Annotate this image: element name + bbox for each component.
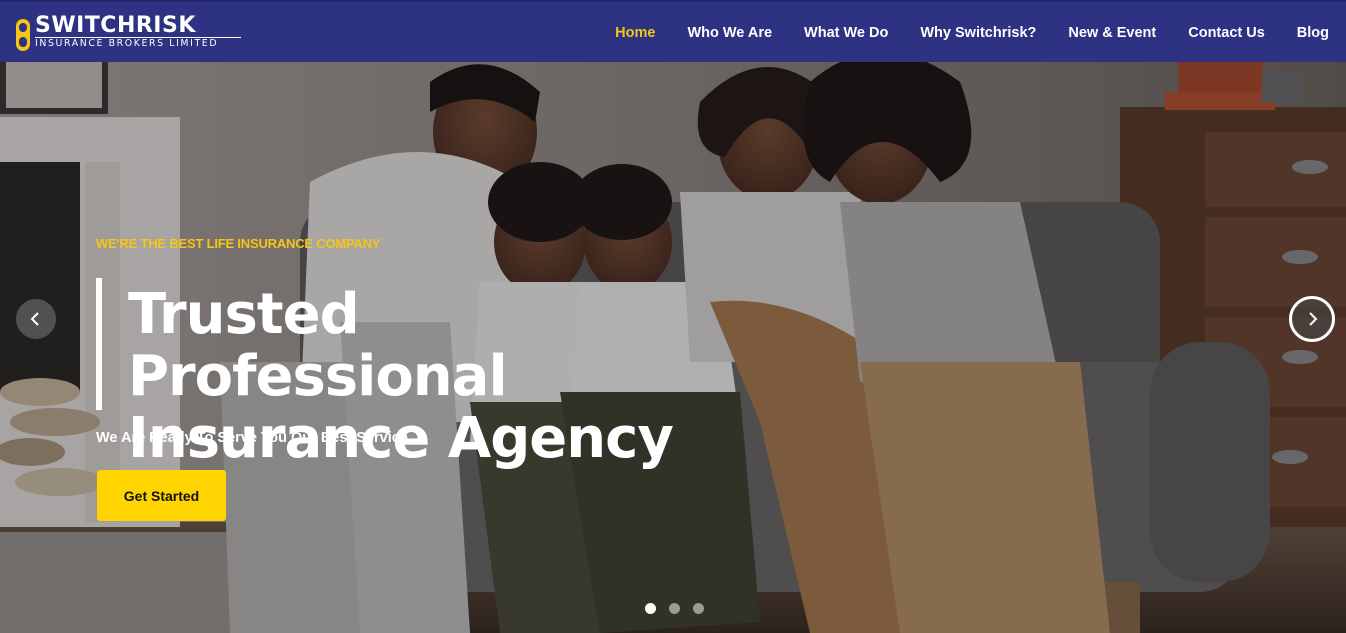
slider-prev-button[interactable] xyxy=(16,299,56,339)
nav-item-who-we-are[interactable]: Who We Are xyxy=(687,25,772,41)
chevron-left-icon xyxy=(30,312,39,326)
navbar: SWITCHRISK INSURANCE BROKERS LIMITED Hom… xyxy=(0,0,1346,62)
slider-dot-2[interactable] xyxy=(669,603,680,614)
slider-dot-1[interactable] xyxy=(645,603,656,614)
logo[interactable]: SWITCHRISK INSURANCE BROKERS LIMITED xyxy=(14,13,244,52)
hero-tagline: WE'RE THE BEST LIFE INSURANCE COMPANY xyxy=(96,236,381,251)
nav-item-why-switchrisk[interactable]: Why Switchrisk? xyxy=(920,25,1036,41)
nav-item-what-we-do[interactable]: What We Do xyxy=(804,25,888,41)
hero-title-line-1: Trusted Professional xyxy=(128,282,508,409)
brand-name: SWITCHRISK xyxy=(35,13,196,38)
brand-subtitle: INSURANCE BROKERS LIMITED xyxy=(35,37,241,50)
hero-slider: WE'RE THE BEST LIFE INSURANCE COMPANY Tr… xyxy=(0,62,1346,633)
slider-dot-3[interactable] xyxy=(693,603,704,614)
slider-pagination xyxy=(645,603,717,614)
nav-item-new-event[interactable]: New & Event xyxy=(1068,25,1156,41)
nav-item-contact-us[interactable]: Contact Us xyxy=(1188,25,1265,41)
logo-mark-icon xyxy=(16,19,30,51)
get-started-button[interactable]: Get Started xyxy=(97,470,226,521)
nav-item-home[interactable]: Home xyxy=(615,25,655,41)
chevron-right-icon xyxy=(1309,312,1318,326)
nav-item-blog[interactable]: Blog xyxy=(1297,25,1329,41)
main-nav: Home Who We Are What We Do Why Switchris… xyxy=(615,2,1346,64)
slider-next-button[interactable] xyxy=(1289,296,1335,342)
hero-subtitle: We Are Ready To Serve You Our Best Servi… xyxy=(96,430,408,446)
title-accent-bar xyxy=(96,278,102,410)
